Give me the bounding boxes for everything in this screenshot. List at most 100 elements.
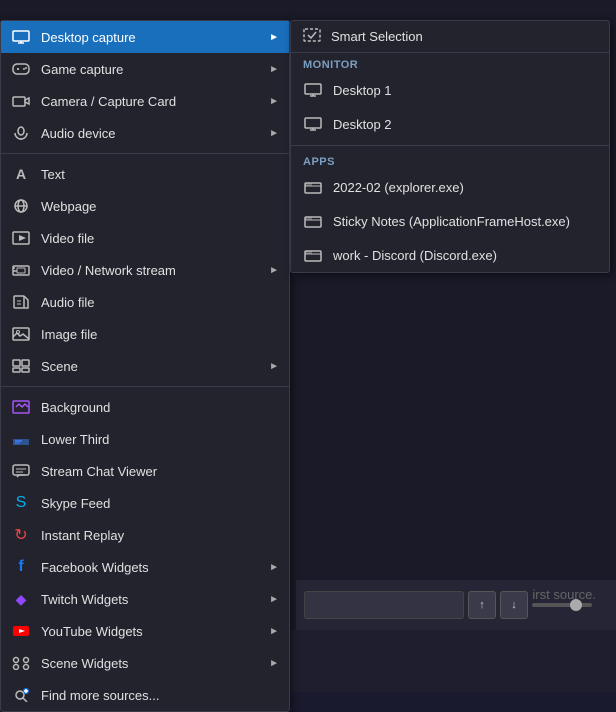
menu-item-text[interactable]: A Text [1, 158, 289, 190]
menu-item-twitch[interactable]: ◆ Twitch Widgets ► [1, 583, 289, 615]
menu-label-youtube: YouTube Widgets [41, 624, 259, 639]
menu-label-facebook: Facebook Widgets [41, 560, 259, 575]
arrow-video-network: ► [269, 265, 279, 276]
menu-label-game-capture: Game capture [41, 62, 259, 77]
menu-item-video-network[interactable]: Video / Network stream ► [1, 254, 289, 286]
menu-label-image-file: Image file [41, 327, 279, 342]
sub-menu: Smart Selection MONITOR Desktop 1 Deskto… [290, 20, 610, 273]
menu-label-audio: Audio device [41, 126, 259, 141]
divider-2 [1, 386, 289, 387]
apps-divider [291, 145, 609, 146]
sub-menu-item-desktop-2[interactable]: Desktop 2 [291, 107, 609, 141]
explorer-icon [303, 177, 323, 197]
menu-item-instant-replay[interactable]: ↻ Instant Replay [1, 519, 289, 551]
arrow-camera: ► [269, 96, 279, 107]
menu-item-find-more[interactable]: Find more sources... [1, 679, 289, 711]
find-more-icon [11, 685, 31, 705]
ctrl-input[interactable] [304, 591, 464, 619]
smart-selection-icon [303, 28, 321, 45]
twitch-icon: ◆ [11, 589, 31, 609]
divider-1 [1, 153, 289, 154]
menu-item-facebook[interactable]: f Facebook Widgets ► [1, 551, 289, 583]
arrow-scene-widgets: ► [269, 658, 279, 669]
monitor-icon [11, 27, 31, 47]
arrow-game-capture: ► [269, 64, 279, 75]
menu-item-background[interactable]: Background [1, 391, 289, 423]
menu-label-video-network: Video / Network stream [41, 263, 259, 278]
menu-item-stream-chat[interactable]: Stream Chat Viewer [1, 455, 289, 487]
explorer-label: 2022-02 (explorer.exe) [333, 180, 464, 195]
cast-icon [11, 260, 31, 280]
menu-label-stream-chat: Stream Chat Viewer [41, 464, 279, 479]
menu-label-camera: Camera / Capture Card [41, 94, 259, 109]
menu-label-background: Background [41, 400, 279, 415]
smart-selection-label: Smart Selection [331, 29, 423, 44]
menu-item-desktop-capture[interactable]: Desktop capture ► [1, 21, 289, 53]
scene-widgets-icon [11, 653, 31, 673]
monitor-section-label: MONITOR [291, 53, 609, 73]
camera-icon [11, 91, 31, 111]
facebook-icon: f [11, 557, 31, 577]
menu-item-lower-third[interactable]: Lower Third [1, 423, 289, 455]
menu-label-find-more: Find more sources... [41, 688, 279, 703]
menu-label-scene-widgets: Scene Widgets [41, 656, 259, 671]
arrow-facebook: ► [269, 562, 279, 573]
ctrl-btn-up[interactable]: ↑ [468, 591, 496, 619]
first-source-text: irst source. [532, 587, 596, 602]
arrow-audio: ► [269, 128, 279, 139]
arrow-scene: ► [269, 361, 279, 372]
menu-label-audio-file: Audio file [41, 295, 279, 310]
chat-icon [11, 461, 31, 481]
discord-icon [303, 245, 323, 265]
sticky-notes-label: Sticky Notes (ApplicationFrameHost.exe) [333, 214, 570, 229]
ctrl-slider[interactable] [532, 603, 592, 607]
sub-menu-item-discord[interactable]: work - Discord (Discord.exe) [291, 238, 609, 272]
menu-item-audio-file[interactable]: Audio file [1, 286, 289, 318]
image-file-icon [11, 324, 31, 344]
text-icon: A [11, 164, 31, 184]
lower-third-icon [11, 429, 31, 449]
scene-icon [11, 356, 31, 376]
menu-item-game-capture[interactable]: Game capture ► [1, 53, 289, 85]
menu-label-desktop-capture: Desktop capture [41, 30, 259, 45]
menu-item-youtube[interactable]: YouTube Widgets ► [1, 615, 289, 647]
menu-label-webpage: Webpage [41, 199, 279, 214]
sub-menu-item-desktop-1[interactable]: Desktop 1 [291, 73, 609, 107]
menu-item-scene[interactable]: Scene ► [1, 350, 289, 382]
menu-item-video-file[interactable]: Video file [1, 222, 289, 254]
menu-item-webpage[interactable]: Webpage [1, 190, 289, 222]
menu-label-video-file: Video file [41, 231, 279, 246]
ctrl-btn-down[interactable]: ↓ [500, 591, 528, 619]
web-icon [11, 196, 31, 216]
menu-item-audio[interactable]: Audio device ► [1, 117, 289, 149]
arrow-desktop-capture: ► [269, 32, 279, 43]
skype-icon: S [11, 493, 31, 513]
menu-label-scene: Scene [41, 359, 259, 374]
arrow-twitch: ► [269, 594, 279, 605]
smart-selection-item[interactable]: Smart Selection [291, 21, 609, 53]
menu-label-skype: Skype Feed [41, 496, 279, 511]
audio-icon [11, 123, 31, 143]
menu-item-skype[interactable]: S Skype Feed [1, 487, 289, 519]
sub-menu-item-explorer[interactable]: 2022-02 (explorer.exe) [291, 170, 609, 204]
menu-label-text: Text [41, 167, 279, 182]
desktop-2-icon [303, 114, 323, 134]
gamepad-icon [11, 59, 31, 79]
first-source-label: irst source. [532, 587, 596, 602]
menu-item-scene-widgets[interactable]: Scene Widgets ► [1, 647, 289, 679]
discord-label: work - Discord (Discord.exe) [333, 248, 497, 263]
apps-section-label: APPS [291, 150, 609, 170]
menu-item-image-file[interactable]: Image file [1, 318, 289, 350]
video-file-icon [11, 228, 31, 248]
desktop-2-label: Desktop 2 [333, 117, 392, 132]
sub-menu-item-sticky-notes[interactable]: Sticky Notes (ApplicationFrameHost.exe) [291, 204, 609, 238]
sticky-notes-icon [303, 211, 323, 231]
menu-label-twitch: Twitch Widgets [41, 592, 259, 607]
instant-replay-icon: ↻ [11, 525, 31, 545]
background-icon [11, 397, 31, 417]
audio-file-icon [11, 292, 31, 312]
arrow-youtube: ► [269, 626, 279, 637]
desktop-1-label: Desktop 1 [333, 83, 392, 98]
menu-label-lower-third: Lower Third [41, 432, 279, 447]
menu-item-camera[interactable]: Camera / Capture Card ► [1, 85, 289, 117]
